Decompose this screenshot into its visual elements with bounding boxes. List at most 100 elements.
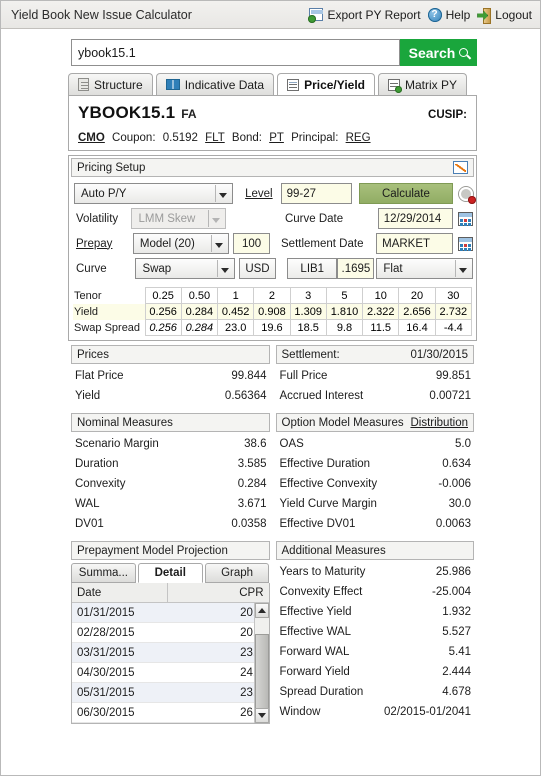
curve-row-label-tenor: Tenor bbox=[74, 289, 102, 302]
prepay-value: Model (20) bbox=[139, 237, 195, 250]
logout-button[interactable]: Logout bbox=[477, 7, 532, 24]
table-row[interactable]: 05/31/2015 23.6 bbox=[72, 683, 269, 703]
index-rate-input[interactable]: .1695 bbox=[337, 258, 375, 279]
scenario-margin-value: 38.6 bbox=[244, 438, 267, 450]
table-row[interactable]: 04/30/2015 24.7 bbox=[72, 663, 269, 683]
table-row[interactable]: 06/30/2015 26.0 bbox=[72, 703, 269, 723]
cell-date: 03/31/2015 bbox=[77, 646, 135, 659]
column-header-date[interactable]: Date bbox=[72, 583, 168, 602]
bond-label: Bond: bbox=[231, 132, 262, 144]
prices-header: Prices bbox=[71, 345, 270, 364]
table-row[interactable]: 02/28/2015 20.0 bbox=[72, 623, 269, 643]
subtab-detail[interactable]: Detail bbox=[137, 563, 203, 583]
prepay-select[interactable]: Model (20) bbox=[132, 233, 230, 254]
convexity-label: Convexity bbox=[75, 478, 126, 490]
gear-add-icon[interactable] bbox=[458, 186, 476, 204]
measure-row: Forward WAL 5.41 bbox=[276, 642, 475, 662]
yield-label: Yield bbox=[75, 390, 101, 402]
help-button[interactable]: Help bbox=[427, 7, 471, 22]
tenor-cell: 0.25 bbox=[144, 287, 182, 304]
duration-label: Duration bbox=[75, 458, 119, 470]
principal-value-link[interactable]: REG bbox=[346, 132, 371, 144]
distribution-link[interactable]: Distribution bbox=[410, 417, 468, 429]
swap-spread-cell[interactable]: 11.5 bbox=[362, 319, 400, 336]
yield-cell[interactable]: 1.309 bbox=[289, 303, 327, 320]
wal-value: 3.671 bbox=[237, 498, 267, 510]
settlement-value: 01/30/2015 bbox=[410, 348, 468, 361]
search-button[interactable]: Search bbox=[400, 39, 477, 66]
table-row[interactable]: 03/31/2015 23.7 bbox=[72, 643, 269, 663]
level-input[interactable]: 99-27 bbox=[280, 183, 352, 204]
effective-yield-value: 1.932 bbox=[442, 606, 471, 618]
curve-shift-select[interactable]: Flat bbox=[376, 258, 473, 279]
title-bar: Yield Book New Issue Calculator Export P… bbox=[1, 1, 540, 29]
cmo-link[interactable]: CMO bbox=[78, 132, 105, 144]
yield-cell[interactable]: 2.732 bbox=[434, 303, 473, 320]
prepay-amount-value: 100 bbox=[241, 237, 262, 250]
index-button[interactable]: LIB1 bbox=[287, 258, 338, 279]
application-window: Yield Book New Issue Calculator Export P… bbox=[0, 0, 541, 776]
index-rate-value: .1695 bbox=[341, 262, 371, 275]
tab-price-yield[interactable]: Price/Yield bbox=[277, 73, 375, 95]
curve-table-row-tenor: Tenor 0.25 0.50 1 2 3 5 10 20 30 bbox=[73, 287, 473, 304]
level-label[interactable]: Level bbox=[245, 188, 273, 200]
curve-select[interactable]: Swap bbox=[135, 258, 235, 279]
settlement-date-input[interactable]: MARKET bbox=[376, 233, 453, 254]
forward-yield-label: Forward Yield bbox=[279, 666, 350, 678]
tenor-cell: 1 bbox=[217, 287, 255, 304]
principal-label: Principal: bbox=[291, 132, 339, 144]
calendar-icon-settlement-date[interactable] bbox=[458, 236, 473, 251]
settlement-date-label: Settlement Date bbox=[281, 237, 364, 250]
curve-date-input[interactable]: 12/29/2014 bbox=[377, 208, 453, 229]
subtab-graph[interactable]: Graph bbox=[204, 563, 270, 583]
line-chart-icon[interactable] bbox=[453, 161, 468, 174]
export-py-report-button[interactable]: Export PY Report bbox=[308, 8, 421, 23]
tab-indicative-data[interactable]: Indicative Data bbox=[155, 73, 275, 95]
subtab-detail-label: Detail bbox=[154, 567, 186, 579]
grid-icon bbox=[287, 78, 300, 91]
yield-cell[interactable]: 0.908 bbox=[253, 303, 291, 320]
swap-spread-cell[interactable]: -4.4 bbox=[434, 319, 473, 336]
measure-row: Convexity Effect -25.004 bbox=[276, 582, 475, 602]
search-input[interactable] bbox=[71, 39, 400, 66]
swap-spread-cell[interactable]: 19.6 bbox=[253, 319, 291, 336]
tab-matrix-py[interactable]: Matrix PY bbox=[378, 73, 468, 95]
setup-row-curve: Curve Swap USD LIB1 .1695 Flat bbox=[72, 256, 473, 281]
swap-spread-cell: 0.256 bbox=[144, 319, 182, 336]
scrollbar-thumb[interactable] bbox=[254, 634, 269, 718]
currency-button[interactable]: USD bbox=[238, 258, 277, 279]
subtab-graph-label: Graph bbox=[221, 567, 254, 579]
py-mode-select[interactable]: Auto P/Y bbox=[74, 183, 234, 204]
measure-row: Years to Maturity 25.986 bbox=[276, 562, 475, 582]
scroll-down-button[interactable] bbox=[254, 708, 269, 723]
table-row[interactable]: 01/31/2015 20.1 bbox=[72, 603, 269, 623]
column-header-cpr[interactable]: CPR bbox=[168, 583, 269, 602]
prepay-amount-input[interactable]: 100 bbox=[233, 233, 270, 254]
measure-row: Duration 3.585 bbox=[71, 454, 270, 474]
calculate-button[interactable]: Calculate bbox=[358, 183, 453, 204]
yield-cell[interactable]: 2.322 bbox=[362, 303, 400, 320]
yield-cell[interactable]: 0.452 bbox=[217, 303, 255, 320]
calendar-icon-curve-date[interactable] bbox=[458, 211, 473, 226]
prepay-label[interactable]: Prepay bbox=[76, 238, 133, 250]
swap-spread-cell[interactable]: 18.5 bbox=[289, 319, 327, 336]
swap-spread-cell[interactable]: 9.8 bbox=[325, 319, 364, 336]
flt-link[interactable]: FLT bbox=[205, 132, 225, 144]
option-model-measures-header: Option Model Measures Distribution bbox=[275, 413, 474, 432]
vertical-scrollbar[interactable] bbox=[253, 603, 269, 723]
help-label: Help bbox=[445, 7, 471, 22]
yield-cell[interactable]: 0.284 bbox=[180, 303, 219, 320]
swap-spread-cell[interactable]: 23.0 bbox=[217, 319, 255, 336]
cpr-table: Date CPR 01/31/2015 20.1 02/28/2015 20.0… bbox=[71, 583, 270, 724]
yield-cell[interactable]: 2.656 bbox=[398, 303, 436, 320]
yield-cell[interactable]: 1.810 bbox=[325, 303, 364, 320]
bond-value-link[interactable]: PT bbox=[269, 132, 284, 144]
tab-structure[interactable]: Structure bbox=[68, 73, 153, 95]
option-model-measures-column: Option Model Measures Distribution OAS 5… bbox=[275, 413, 474, 534]
swap-spread-cell[interactable]: 16.4 bbox=[398, 319, 436, 336]
forward-wal-value: 5.41 bbox=[448, 646, 471, 658]
scroll-up-button[interactable] bbox=[254, 603, 269, 618]
yield-cell[interactable]: 0.256 bbox=[144, 303, 182, 320]
subtab-summary[interactable]: Summa... bbox=[71, 563, 136, 583]
pricing-setup-title: Pricing Setup bbox=[77, 161, 146, 174]
